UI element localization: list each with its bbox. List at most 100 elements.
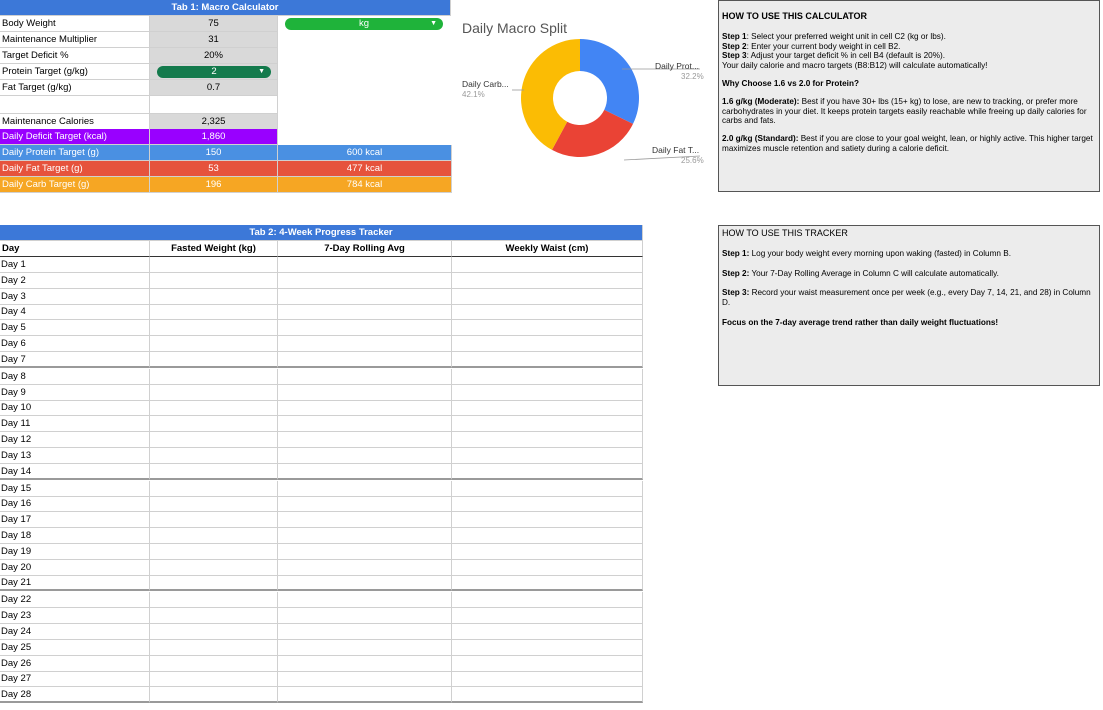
waist-cell[interactable]: [452, 320, 643, 337]
waist-cell[interactable]: [452, 272, 643, 289]
protein-target-label: Daily Protein Target (g): [0, 145, 150, 161]
protein-dropdown-value: 2: [211, 66, 217, 77]
weight-cell[interactable]: [150, 432, 278, 448]
waist-cell[interactable]: [452, 368, 643, 385]
waist-cell[interactable]: [452, 463, 643, 480]
waist-cell[interactable]: [452, 304, 643, 321]
weight-cell[interactable]: [150, 304, 278, 321]
weight-cell[interactable]: [150, 272, 278, 289]
waist-cell[interactable]: [452, 687, 643, 704]
waist-cell[interactable]: [452, 447, 643, 464]
weight-cell[interactable]: [150, 528, 278, 544]
weight-cell[interactable]: [150, 351, 278, 368]
table-row: Day 1: [0, 257, 643, 273]
weight-cell[interactable]: [150, 687, 278, 704]
weight-cell[interactable]: [150, 336, 278, 352]
table-row: Day 11: [0, 416, 643, 433]
waist-cell[interactable]: [452, 575, 643, 592]
waist-cell[interactable]: [452, 496, 643, 513]
protein-slice[interactable]: [580, 39, 639, 124]
step-text: Log your body weight every morning upon …: [749, 248, 1011, 258]
waist-cell[interactable]: [452, 639, 643, 656]
deficit-cell[interactable]: 20%: [150, 48, 278, 64]
weight-cell[interactable]: [150, 400, 278, 417]
step-key: Step 3:: [722, 288, 750, 298]
protein-dropdown[interactable]: 2 ▼: [157, 66, 271, 78]
rolling-avg-cell: [278, 528, 452, 544]
weight-cell[interactable]: [150, 559, 278, 576]
waist-cell[interactable]: [452, 528, 643, 544]
rolling-avg-cell: [278, 559, 452, 576]
waist-cell[interactable]: [452, 608, 643, 625]
input-label: Fat Target (g/kg): [0, 80, 150, 96]
waist-cell[interactable]: [452, 624, 643, 640]
weight-cell[interactable]: [150, 624, 278, 640]
day-label: Day 16: [0, 496, 150, 513]
deficit-target-value: 1,860: [150, 129, 278, 145]
input-label: Protein Target (g/kg): [0, 64, 150, 80]
day-label: Day 7: [0, 351, 150, 368]
rolling-avg-cell: [278, 416, 452, 433]
macro-chart[interactable]: Daily Macro Split Daily Prot... 32.2% Da…: [452, 0, 714, 192]
rolling-avg-cell: [278, 592, 452, 609]
waist-cell[interactable]: [452, 592, 643, 609]
multiplier-cell[interactable]: 31: [150, 32, 278, 48]
weight-cell[interactable]: [150, 543, 278, 560]
waist-cell[interactable]: [452, 336, 643, 352]
rolling-avg-cell: [278, 257, 452, 273]
unit-dropdown[interactable]: kg ▼: [285, 18, 443, 30]
waist-cell[interactable]: [452, 543, 643, 560]
step-key: Step 1: [722, 31, 747, 41]
rolling-avg-cell: [278, 288, 452, 305]
waist-cell[interactable]: [452, 480, 643, 497]
day-label: Day 9: [0, 384, 150, 401]
waist-cell[interactable]: [452, 257, 643, 273]
day-label: Day 25: [0, 639, 150, 656]
day-label: Day 11: [0, 416, 150, 433]
waist-cell[interactable]: [452, 400, 643, 417]
weight-cell[interactable]: [150, 288, 278, 305]
waist-cell[interactable]: [452, 512, 643, 529]
waist-cell[interactable]: [452, 288, 643, 305]
weight-cell[interactable]: [150, 671, 278, 688]
waist-cell[interactable]: [452, 432, 643, 448]
waist-cell[interactable]: [452, 384, 643, 401]
fat-target-cell[interactable]: 0.7: [150, 80, 278, 96]
weight-cell[interactable]: [150, 257, 278, 273]
weight-cell[interactable]: [150, 496, 278, 513]
table-row: Day 4: [0, 304, 643, 321]
body-weight-cell[interactable]: 75: [150, 16, 278, 32]
table-row: Day 9: [0, 384, 643, 401]
weight-cell[interactable]: [150, 463, 278, 480]
waist-cell[interactable]: [452, 655, 643, 672]
table-row: Day 3: [0, 288, 643, 305]
weight-cell[interactable]: [150, 575, 278, 592]
weight-cell[interactable]: [150, 384, 278, 401]
weight-cell[interactable]: [150, 608, 278, 625]
tracker-step: Step 2: Your 7-Day Rolling Average in Co…: [722, 269, 1096, 279]
rolling-avg-cell: [278, 304, 452, 321]
weight-cell[interactable]: [150, 480, 278, 497]
rolling-avg-cell: [278, 320, 452, 337]
step-key: Step 2:: [722, 268, 750, 278]
weight-cell[interactable]: [150, 368, 278, 385]
day-label: Day 20: [0, 559, 150, 576]
day-label: Day 10: [0, 400, 150, 417]
waist-cell[interactable]: [452, 416, 643, 433]
rolling-avg-cell: [278, 432, 452, 448]
weight-cell[interactable]: [150, 655, 278, 672]
protein-slice-pct: 32.2%: [681, 72, 704, 81]
tracker-step: Step 3: Record your waist measurement on…: [722, 288, 1096, 308]
weight-cell[interactable]: [150, 639, 278, 656]
day-label: Day 5: [0, 320, 150, 337]
rolling-avg-cell: [278, 575, 452, 592]
weight-cell[interactable]: [150, 447, 278, 464]
weight-cell[interactable]: [150, 592, 278, 609]
waist-cell[interactable]: [452, 351, 643, 368]
waist-cell[interactable]: [452, 559, 643, 576]
day-label: Day 4: [0, 304, 150, 321]
waist-cell[interactable]: [452, 671, 643, 688]
weight-cell[interactable]: [150, 512, 278, 529]
weight-cell[interactable]: [150, 416, 278, 433]
weight-cell[interactable]: [150, 320, 278, 337]
